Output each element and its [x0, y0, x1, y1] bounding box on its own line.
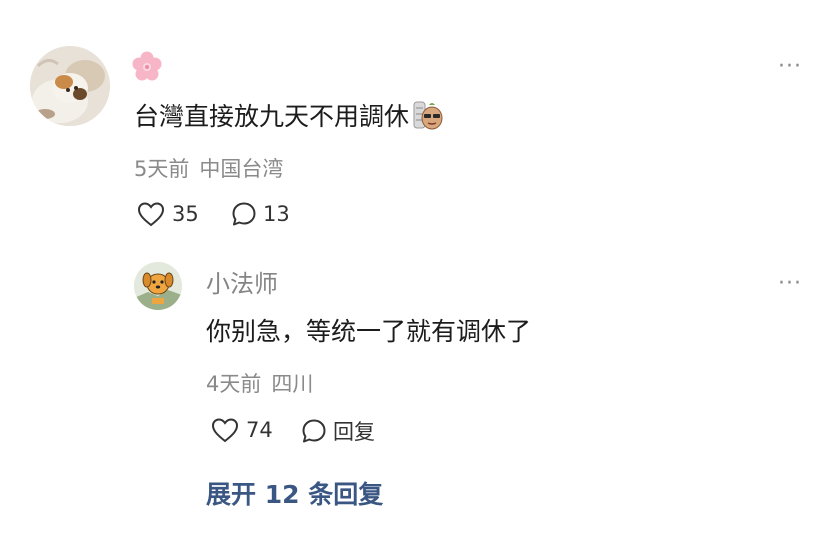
reply-username[interactable]: 小法师: [206, 268, 278, 300]
reply-text: 你别急，等统一了就有调休了: [206, 317, 532, 346]
comment-body: 台灣直接放九天不用調休: [134, 102, 410, 131]
reply-location: 四川: [271, 372, 314, 396]
dog-avatar: [134, 262, 182, 310]
sweet-potato-sunglasses-sticker: [411, 99, 443, 131]
comment-meta: 5天前 中国台湾: [134, 154, 283, 184]
reply-avatar[interactable]: [134, 262, 182, 310]
reply-like-count: 74: [246, 418, 273, 442]
cat-photo: [30, 46, 110, 126]
reply-like-button[interactable]: 74: [210, 416, 273, 444]
like-count: 35: [172, 202, 199, 226]
comment-button[interactable]: 13: [230, 200, 290, 228]
comment-count: 13: [263, 202, 290, 226]
heart-icon: [137, 202, 165, 227]
reply-label: 回复: [333, 420, 375, 444]
reply-button[interactable]: 回复: [300, 416, 375, 446]
comment-bubble-icon: [302, 419, 326, 443]
expand-replies-link[interactable]: 展开 12 条回复: [206, 478, 383, 512]
username-flower-icon[interactable]: [131, 50, 163, 82]
reply-meta: 4天前 四川: [206, 369, 313, 399]
like-button[interactable]: 35: [136, 200, 199, 228]
comment-location: 中国台湾: [199, 157, 284, 181]
heart-icon: [211, 418, 239, 443]
reply-time: 4天前: [206, 372, 262, 396]
avatar[interactable]: [30, 46, 110, 126]
comment-time: 5天前: [134, 157, 190, 181]
comment-text: 台灣直接放九天不用調休: [134, 99, 443, 135]
reply-more-options-icon[interactable]: ···: [778, 273, 802, 295]
comment-bubble-icon: [232, 202, 256, 226]
more-options-icon[interactable]: ···: [778, 56, 802, 78]
